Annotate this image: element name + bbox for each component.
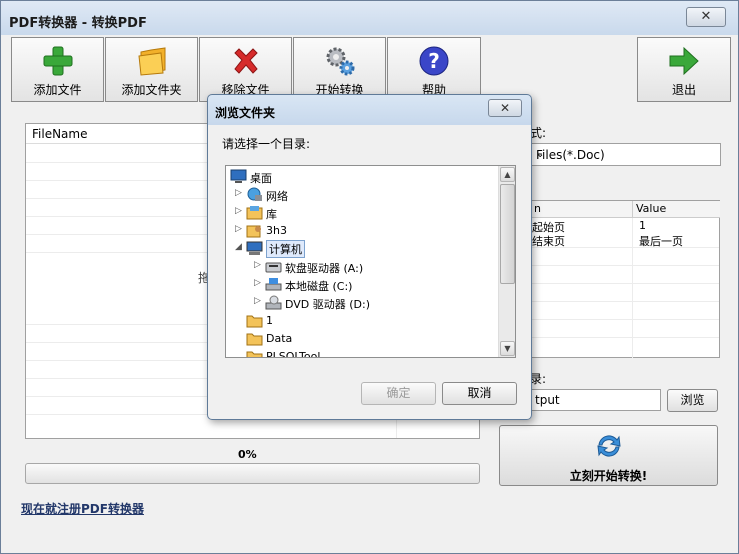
exit-button[interactable]: 退出 bbox=[637, 37, 731, 102]
expand-arrow-icon[interactable]: ▷ bbox=[254, 260, 264, 270]
filename-column-header: FileName bbox=[32, 127, 88, 141]
start-convert-button[interactable]: 立刻开始转换! bbox=[499, 425, 718, 486]
dvd-icon bbox=[265, 295, 282, 310]
grid-line bbox=[531, 265, 719, 266]
format-select[interactable]: Files(*.Doc) ⌄ bbox=[530, 143, 721, 166]
output-path-input[interactable]: tput bbox=[530, 389, 661, 411]
network-icon bbox=[247, 187, 262, 201]
disk-icon bbox=[265, 278, 282, 291]
remove-file-button[interactable]: 移除文件 bbox=[199, 37, 292, 102]
help-question-icon: ? bbox=[419, 46, 449, 76]
gears-icon bbox=[326, 47, 354, 76]
add-folder-button[interactable]: 添加文件夹 bbox=[105, 37, 198, 102]
scroll-thumb[interactable] bbox=[500, 184, 515, 284]
folder-icon bbox=[246, 351, 263, 357]
output-label: 录: bbox=[530, 372, 547, 386]
tree-scrollbar[interactable]: ▲ ▼ bbox=[498, 166, 515, 357]
grid-line bbox=[531, 283, 719, 284]
scroll-up-icon[interactable]: ▲ bbox=[500, 167, 515, 182]
expand-arrow-icon[interactable]: ▷ bbox=[254, 278, 264, 288]
grid-line bbox=[531, 247, 719, 248]
scroll-down-icon[interactable]: ▼ bbox=[500, 341, 515, 356]
add-folder-label: 添加文件夹 bbox=[121, 83, 182, 97]
plus-icon bbox=[43, 46, 72, 76]
properties-table[interactable]: n Value 起始页 1 结束页 最后一页 bbox=[530, 200, 720, 358]
value-column-header: Value bbox=[632, 201, 720, 218]
chevron-down-icon: ⌄ bbox=[536, 149, 545, 160]
computer-icon bbox=[246, 241, 263, 255]
start-convert-label: 立刻开始转换! bbox=[569, 469, 648, 483]
folder-icon bbox=[246, 333, 263, 346]
dialog-title: 浏览文件夹 bbox=[215, 106, 276, 120]
progress-percent: 0% bbox=[238, 448, 257, 461]
format-label: 式: bbox=[530, 126, 547, 140]
folder-icon bbox=[137, 47, 165, 76]
expand-arrow-icon[interactable]: ▷ bbox=[235, 224, 245, 234]
window-title: PDF转换器 - 转换PDF bbox=[9, 16, 147, 31]
property-value[interactable]: 1 bbox=[639, 219, 646, 232]
name-column-header: n bbox=[531, 201, 632, 218]
expand-arrow-icon[interactable]: ▷ bbox=[235, 188, 245, 198]
dialog-prompt: 请选择一个目录: bbox=[222, 137, 311, 151]
user-folder-icon bbox=[246, 225, 261, 238]
cancel-button[interactable]: 取消 bbox=[442, 382, 517, 405]
floppy-icon bbox=[265, 262, 282, 273]
browse-folder-dialog: 浏览文件夹 ✕ 请选择一个目录: 桌面 ▷ 网络 ▷ 库 ▷ 3h3 ◢ 计算机… bbox=[207, 94, 532, 420]
help-button[interactable]: ? 帮助 bbox=[387, 37, 481, 102]
grid-line bbox=[531, 337, 719, 338]
expand-arrow-icon[interactable]: ▷ bbox=[254, 296, 264, 306]
browse-button[interactable]: 浏览 bbox=[667, 389, 718, 412]
library-icon bbox=[246, 206, 263, 220]
output-path-value: tput bbox=[535, 393, 560, 407]
progress-bar bbox=[25, 463, 480, 484]
ok-button[interactable]: 确定 bbox=[361, 382, 436, 405]
refresh-convert-icon bbox=[597, 435, 621, 457]
folder-tree[interactable]: 桌面 ▷ 网络 ▷ 库 ▷ 3h3 ◢ 计算机 ▷ 软盘驱动器 (A:) ▷ 本… bbox=[225, 165, 516, 358]
expand-arrow-icon[interactable]: ▷ bbox=[235, 206, 245, 216]
grid-line bbox=[531, 319, 719, 320]
svg-text:?: ? bbox=[428, 49, 440, 73]
window-close-button[interactable]: ✕ bbox=[686, 7, 726, 27]
title-bar: PDF转换器 - 转换PDF ✕ bbox=[1, 1, 738, 35]
collapse-arrow-icon[interactable]: ◢ bbox=[235, 242, 245, 252]
folder-icon bbox=[246, 315, 263, 328]
add-file-label: 添加文件 bbox=[33, 83, 82, 97]
arrow-right-icon bbox=[669, 46, 699, 76]
start-convert-toolbar-button[interactable]: 开始转换 bbox=[293, 37, 386, 102]
register-link[interactable]: 现在就注册PDF转换器 bbox=[21, 500, 144, 517]
exit-label: 退出 bbox=[671, 83, 696, 97]
add-file-button[interactable]: 添加文件 bbox=[11, 37, 104, 102]
remove-x-icon bbox=[233, 48, 258, 74]
grid-line bbox=[531, 301, 719, 302]
dialog-close-button[interactable]: ✕ bbox=[488, 99, 522, 117]
desktop-icon bbox=[230, 169, 247, 183]
